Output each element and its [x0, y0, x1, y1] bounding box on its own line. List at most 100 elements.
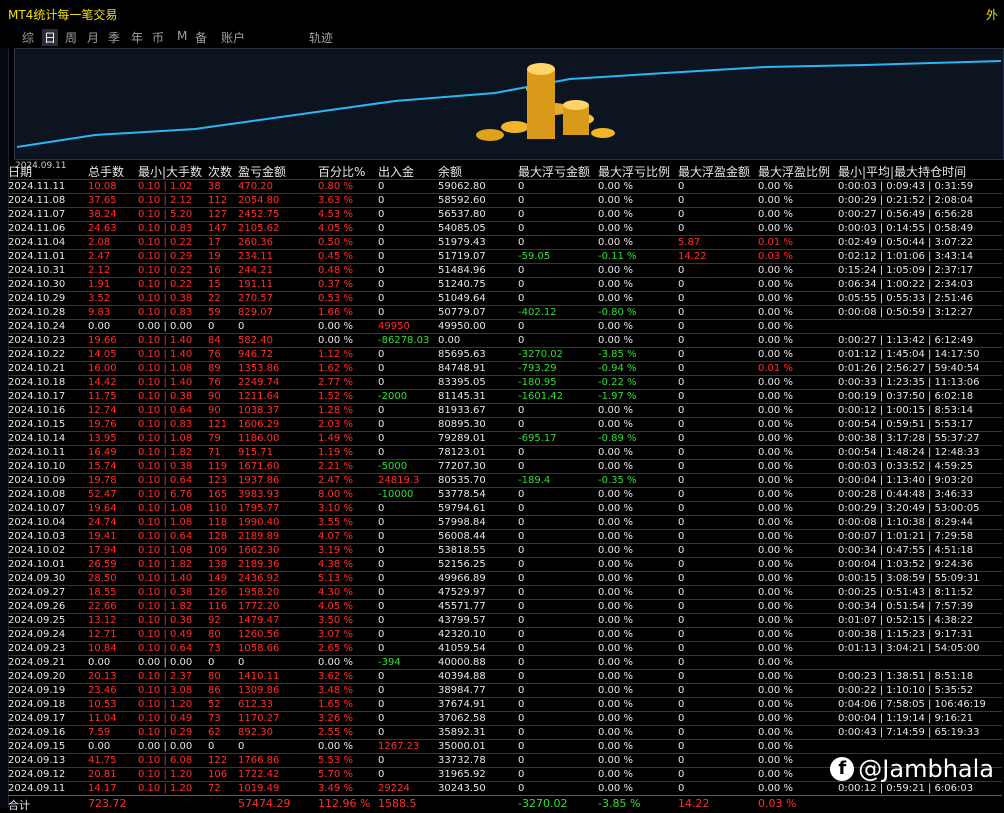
table-cell: 0	[678, 629, 685, 640]
table-cell: 0.00 %	[598, 671, 633, 682]
table-cell: 915.71	[238, 447, 273, 458]
table-cell: 892.30	[238, 727, 273, 738]
table-cell: 3.26 %	[318, 713, 353, 724]
table-cell: 0.10 | 0.83	[138, 223, 193, 234]
table-cell: 0.00 %	[758, 195, 793, 206]
table-cell: 56537.80	[438, 209, 486, 220]
table-cell: 1.12 %	[318, 349, 353, 360]
table-cell: 191.11	[238, 279, 273, 290]
table-cell: -59.05	[518, 251, 551, 262]
table-cell: 0.10 | 1.08	[138, 545, 193, 556]
table-cell: 0	[678, 447, 685, 458]
table-cell: 0	[678, 657, 685, 668]
watermark: f @Jambhala	[830, 755, 994, 783]
table-row: 2024.11.08 37.65 0.10 | 2.12 112 2054.80 3.63…	[8, 193, 1002, 208]
coins-icon	[476, 63, 615, 141]
table-cell: 26.59	[88, 559, 117, 570]
table-cell: 2024.10.31	[8, 265, 66, 276]
table-cell: 106	[208, 769, 228, 780]
table-cell: 0	[518, 419, 525, 430]
table-cell: 2024.10.10	[8, 461, 66, 472]
table-cell: 829.07	[238, 307, 273, 318]
tab-9[interactable]: 账户	[219, 29, 247, 46]
table-cell: 0	[678, 377, 685, 388]
table-cell: 1058.66	[238, 643, 280, 654]
table-cell: 2.47	[88, 251, 111, 262]
table-cell: 0.00 %	[598, 741, 633, 752]
table-cell: 0.00 %	[758, 461, 793, 472]
table-cell: 0	[378, 517, 385, 528]
table-cell: 0	[378, 433, 385, 444]
table-cell: 14.42	[88, 377, 117, 388]
table-cell: 0.00 %	[758, 405, 793, 416]
table-cell: 35000.01	[438, 741, 486, 752]
table-cell: 17	[208, 237, 221, 248]
table-cell: 0	[678, 405, 685, 416]
table-cell: 0.00 %	[598, 769, 633, 780]
table-cell: 0	[378, 307, 385, 318]
table-cell: 38984.77	[438, 685, 486, 696]
tab-1[interactable]: 日	[42, 29, 59, 46]
table-cell: 0.00 %	[598, 321, 633, 332]
table-cell: 59062.80	[438, 181, 486, 192]
table-cell: 10.53	[88, 699, 117, 710]
table-cell: 19.41	[88, 531, 117, 542]
table-row: 2024.10.29 3.52 0.10 | 0.38 22 270.57 0.53 % 0…	[8, 291, 1002, 306]
table-cell: 128	[208, 531, 228, 542]
table-cell: 2024.09.13	[8, 755, 66, 766]
tab-4[interactable]: 季	[106, 29, 122, 46]
tab-10[interactable]: 轨迹	[307, 29, 335, 46]
table-row: 2024.10.04 24.74 0.10 | 1.08 118 1990.40 3.55…	[8, 515, 1002, 530]
table-cell: 0.00 %	[598, 461, 633, 472]
table-cell: 23.46	[88, 685, 117, 696]
table-cell: 0:00:07 | 1:01:21 | 7:29:58	[838, 531, 974, 542]
table-cell: 80895.30	[438, 419, 486, 430]
table-cell: 0.00 %	[598, 237, 633, 248]
tab-0[interactable]: 综	[20, 29, 36, 46]
table-cell: 0.00 %	[598, 587, 633, 598]
table-cell: 0.00 %	[598, 727, 633, 738]
tab-5[interactable]: 年	[129, 29, 145, 46]
table-cell: 0	[518, 447, 525, 458]
table-cell: 2024.09.24	[8, 629, 66, 640]
tab-3[interactable]: 月	[85, 29, 101, 46]
table-cell: 41059.54	[438, 643, 486, 654]
table-cell: 0:00:08 | 0:50:59 | 3:12:27	[838, 307, 974, 318]
table-cell: 0.00 %	[758, 573, 793, 584]
table-cell: 2024.10.07	[8, 503, 66, 514]
table-cell: 0.10 | 1.82	[138, 559, 193, 570]
table-cell: 0.00 %	[758, 475, 793, 486]
table-cell: 2024.09.19	[8, 685, 66, 696]
table-cell: 11.04	[88, 713, 117, 724]
table-cell: 0	[518, 237, 525, 248]
table-cell: 73	[208, 713, 221, 724]
table-cell: 0	[518, 545, 525, 556]
table-cell: 12.74	[88, 405, 117, 416]
table-cell: 2024.10.14	[8, 433, 66, 444]
table-cell: 0.10 | 0.22	[138, 265, 193, 276]
table-cell: 0.00 %	[598, 601, 633, 612]
table-cell: 0.00 %	[598, 279, 633, 290]
tab-7[interactable]: M	[175, 29, 189, 43]
tab-8[interactable]: 备	[193, 29, 209, 46]
table-cell: 0.10 | 1.82	[138, 447, 193, 458]
table-cell: 14.22	[678, 251, 707, 262]
table-cell: 2024.10.08	[8, 489, 66, 500]
table-cell: 1.65 %	[318, 699, 353, 710]
table-cell: 2024.10.23	[8, 335, 66, 346]
table-cell: -86278.03	[378, 335, 430, 346]
table-cell: 0	[678, 713, 685, 724]
table-cell: 0	[518, 265, 525, 276]
table-cell: 0	[518, 685, 525, 696]
table-cell: 0	[518, 181, 525, 192]
table-cell: 0	[518, 405, 525, 416]
table-cell: 0.10 | 0.29	[138, 251, 193, 262]
table-cell: 0	[378, 265, 385, 276]
watermark-text: @Jambhala	[858, 755, 994, 783]
tab-2[interactable]: 周	[63, 29, 79, 46]
tab-6[interactable]: 币	[150, 29, 166, 46]
table-cell: 0	[678, 433, 685, 444]
table-cell: 58592.60	[438, 195, 486, 206]
table-cell: 2024.10.15	[8, 419, 66, 430]
table-cell: 112	[208, 195, 228, 206]
